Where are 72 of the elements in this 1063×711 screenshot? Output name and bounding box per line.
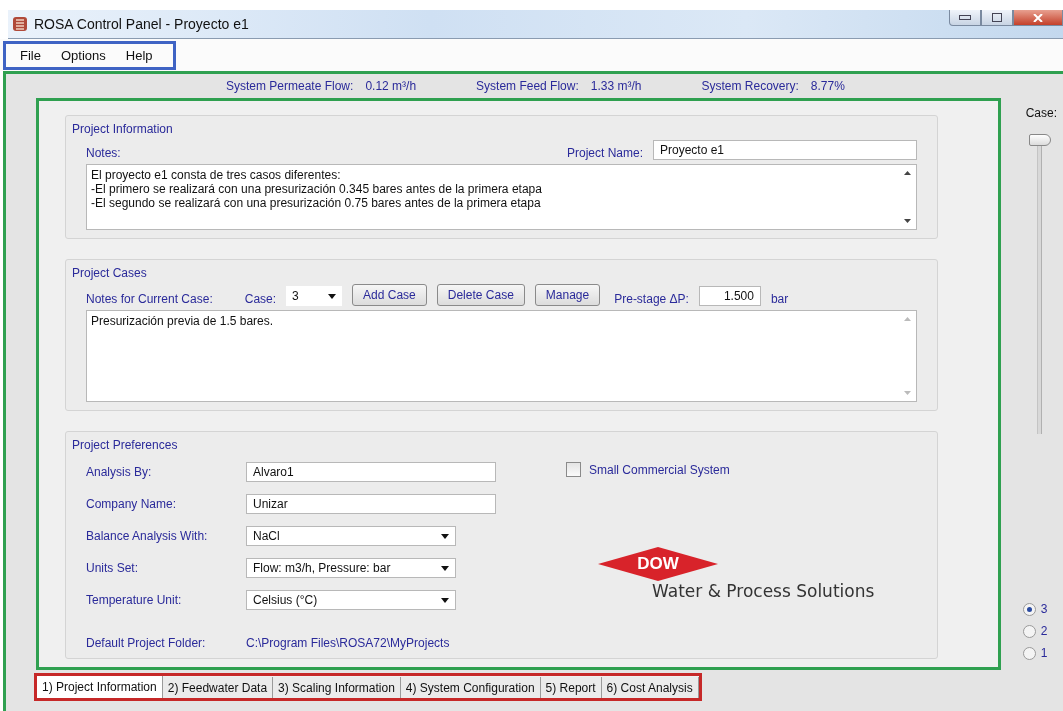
menu-item[interactable]: File [12, 45, 49, 65]
slider-thumb[interactable] [1029, 134, 1051, 146]
dropdown-field[interactable]: NaCl [246, 526, 456, 546]
dropdown-caret-icon [441, 533, 449, 539]
checkbox-label: Small Commercial System [589, 462, 730, 477]
close-button[interactable] [1013, 10, 1063, 26]
prestage-field[interactable]: 1.500 [698, 286, 761, 306]
summary-label: System Recovery: [701, 79, 799, 93]
dropdown-caret-icon [328, 293, 337, 299]
radio-button[interactable] [1022, 602, 1036, 616]
maximize-button[interactable] [981, 10, 1013, 26]
field-label: Analysis By: [86, 465, 153, 479]
app-icon [12, 16, 28, 32]
text-field[interactable]: Unizar [246, 494, 496, 514]
dropdown-caret-icon [441, 597, 449, 603]
radio-label: 2 [1040, 624, 1048, 638]
prestage-label: Pre-stage ΔP: [614, 292, 689, 306]
scroll-up-icon[interactable] [904, 171, 911, 175]
case-notes-label: Notes for Current Case: [86, 292, 213, 306]
dropdown-caret-icon [441, 565, 449, 571]
field-label: Default Project Folder: [86, 636, 207, 650]
checkbox[interactable] [566, 462, 581, 477]
case-notes-text: Presurización previa de 1.5 bares. [91, 314, 275, 328]
scroll-down-icon[interactable] [904, 219, 911, 223]
tab[interactable]: 5) Report [540, 677, 602, 698]
case-action-button[interactable]: Add Case [352, 284, 427, 306]
case-label: Case: [244, 292, 277, 306]
case-dropdown[interactable]: 3 [286, 286, 343, 306]
notes-line: -El segundo se realizará con una presurización 0.75 bares antes de la primera etapa [91, 196, 542, 210]
field-label: Company Name: [86, 497, 178, 511]
close-icon [1033, 13, 1043, 22]
notes-field[interactable] [86, 164, 917, 230]
tab[interactable]: 1) Project Information [37, 676, 163, 698]
summary-label: System Feed Flow: [476, 79, 579, 93]
minimize-icon [959, 15, 971, 20]
tab[interactable]: 6) Cost Analysis [601, 677, 699, 698]
field-label: Temperature Unit: [86, 593, 183, 607]
minimize-button[interactable] [949, 10, 981, 26]
case-slider-label: Case: [1025, 106, 1057, 120]
field-label: Units Set: [86, 561, 140, 575]
radio-label: 1 [1040, 646, 1048, 660]
summary-label: System Permeate Flow: [226, 79, 354, 93]
radio-button[interactable] [1022, 624, 1036, 638]
text-field[interactable]: Alvaro1 [246, 462, 496, 482]
project-name-label: Project Name: [566, 146, 643, 160]
project-name-field[interactable]: Proyecto e1 [653, 140, 917, 160]
summary-value: 8.77% [810, 79, 845, 93]
tab[interactable]: 3) Scaling Information [273, 677, 401, 698]
group-title: Project Preferences [72, 438, 179, 452]
menu-item[interactable]: Options [52, 45, 114, 65]
case-action-button[interactable]: Delete Case [436, 284, 525, 306]
field-label: Balance Analysis With: [86, 529, 209, 543]
folder-path: C:\Program Files\ROSA72\MyProjects [246, 636, 451, 650]
notes-line: -El primero se realizará con una presurización 0.345 bares antes de la primera etapa [91, 182, 543, 196]
menu-item[interactable]: Help [117, 45, 161, 65]
maximize-icon [992, 13, 1002, 22]
group-title: Project Cases [72, 266, 148, 280]
notes-line: El proyecto e1 consta de tres casos diferentes: [91, 168, 342, 182]
dropdown-field[interactable]: Flow: m3/h, Pressure: bar [246, 558, 456, 578]
summary-value: 0.12 m³/h [365, 79, 417, 93]
radio-label: 3 [1040, 602, 1048, 616]
notes-label: Notes: [86, 146, 121, 160]
summary-value: 1.33 m³/h [590, 79, 642, 93]
window-title: ROSA Control Panel - Proyecto e1 [34, 16, 250, 32]
tab[interactable]: 4) System Configuration [400, 677, 541, 698]
prestage-unit: bar [770, 292, 789, 306]
tab[interactable]: 2) Feedwater Data [162, 677, 274, 698]
group-title: Project Information [72, 122, 174, 136]
case-action-button[interactable]: Manage [534, 284, 601, 306]
brand-tagline: Water & Process Solutions [652, 581, 876, 601]
radio-button[interactable] [1022, 646, 1036, 660]
dropdown-field[interactable]: Celsius (°C) [246, 590, 456, 610]
